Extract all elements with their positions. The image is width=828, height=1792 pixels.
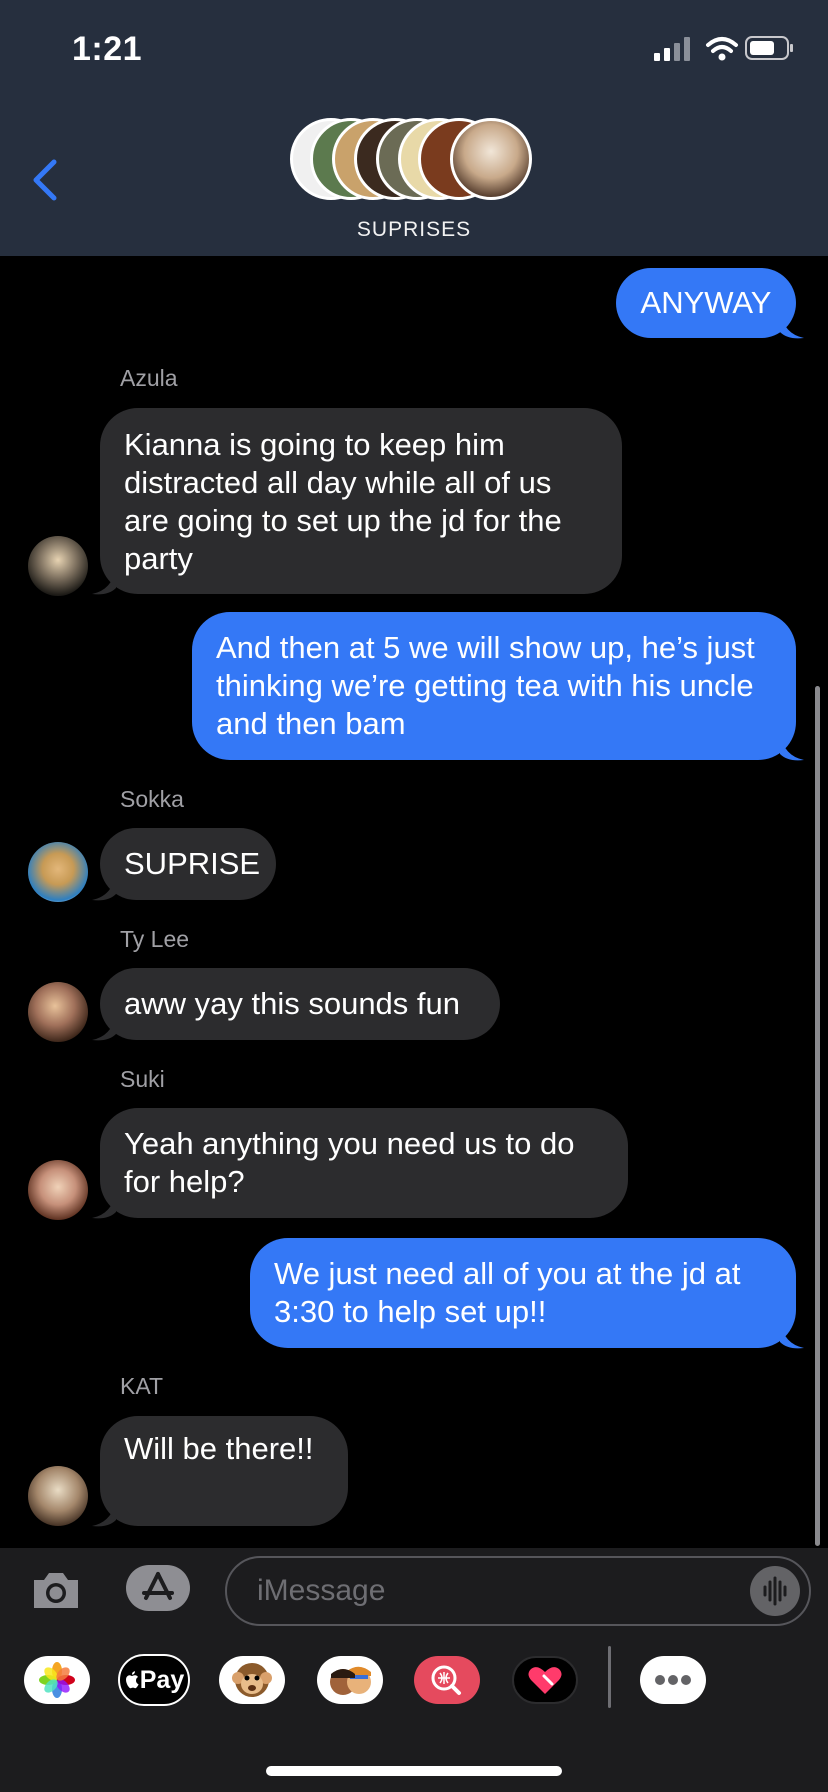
sender-avatar[interactable] bbox=[28, 842, 88, 902]
sender-avatar[interactable] bbox=[28, 1160, 88, 1220]
camera-icon bbox=[34, 1573, 78, 1608]
compose-bar bbox=[0, 1548, 828, 1634]
sender-name: KAT bbox=[120, 1373, 164, 1399]
bubble-tail bbox=[780, 734, 804, 761]
message-text: ANYWAY bbox=[640, 285, 772, 320]
status-icons bbox=[654, 34, 794, 64]
group-member-avatar bbox=[450, 118, 532, 200]
audio-record-button[interactable] bbox=[750, 1566, 800, 1616]
back-button[interactable] bbox=[30, 158, 60, 207]
message-text: Will be there!! bbox=[124, 1431, 314, 1466]
bubble-tail bbox=[92, 874, 116, 901]
battery-icon bbox=[745, 36, 793, 60]
message-text: aww yay this sounds fun bbox=[124, 986, 461, 1021]
bubble-tail bbox=[92, 1192, 116, 1219]
message-text: We just need all of you at the jd at 3:3… bbox=[274, 1256, 741, 1329]
photos-app-icon[interactable] bbox=[24, 1656, 90, 1704]
sender-avatar[interactable] bbox=[28, 536, 88, 596]
bubble-tail bbox=[780, 1322, 804, 1349]
bubble-tail bbox=[92, 1014, 116, 1041]
outgoing-message[interactable]: We just need all of you at the jd at 3:3… bbox=[250, 1238, 796, 1348]
bubble-tail bbox=[92, 568, 116, 595]
more-apps-icon[interactable] bbox=[640, 1656, 706, 1704]
memoji-app-icon[interactable] bbox=[317, 1656, 383, 1704]
message-text: Yeah anything you need us to do for help… bbox=[124, 1126, 575, 1199]
conversation-header: 1:21 SUPRISES bbox=[0, 0, 828, 256]
outgoing-message[interactable]: ANYWAY bbox=[616, 268, 796, 338]
waveform-icon bbox=[763, 1576, 787, 1606]
message-input[interactable] bbox=[225, 1556, 811, 1626]
sender-avatar[interactable] bbox=[28, 982, 88, 1042]
message-text: And then at 5 we will show up, he’s just… bbox=[216, 630, 755, 741]
camera-button[interactable] bbox=[30, 1570, 82, 1617]
cellular-signal-icon bbox=[654, 37, 690, 61]
drawer-divider bbox=[608, 1646, 611, 1708]
digital-touch-app-icon[interactable] bbox=[512, 1656, 578, 1704]
incoming-message[interactable]: SUPRISE bbox=[100, 828, 276, 900]
sender-name: Azula bbox=[120, 365, 178, 391]
outgoing-message[interactable]: And then at 5 we will show up, he’s just… bbox=[192, 612, 796, 760]
bubble-tail bbox=[780, 312, 804, 339]
apple-pay-app-icon[interactable]: Pay bbox=[118, 1654, 190, 1706]
status-time: 1:21 bbox=[72, 30, 143, 68]
scrollbar[interactable] bbox=[815, 686, 820, 1546]
group-name[interactable]: SUPRISES bbox=[0, 218, 828, 242]
group-avatar-stack[interactable] bbox=[290, 118, 540, 208]
sender-avatar[interactable] bbox=[28, 1466, 88, 1526]
apple-pay-label: Pay bbox=[139, 1666, 185, 1694]
home-indicator[interactable] bbox=[266, 1766, 562, 1776]
sender-name: Suki bbox=[120, 1066, 165, 1092]
animoji-app-icon[interactable] bbox=[219, 1656, 285, 1704]
app-store-icon bbox=[142, 1572, 174, 1600]
wifi-icon bbox=[706, 37, 738, 61]
incoming-message[interactable]: aww yay this sounds fun bbox=[100, 968, 500, 1040]
apple-logo-icon bbox=[125, 1671, 139, 1689]
incoming-message[interactable]: Will be there!! bbox=[100, 1416, 348, 1526]
message-text: Kianna is going to keep him distracted a… bbox=[124, 427, 562, 576]
app-store-button[interactable] bbox=[126, 1565, 190, 1611]
image-search-app-icon[interactable] bbox=[414, 1656, 480, 1704]
sender-name: Sokka bbox=[120, 786, 184, 812]
message-text: SUPRISE bbox=[124, 846, 261, 881]
chevron-left-icon bbox=[33, 159, 57, 201]
message-list[interactable]: ANYWAY Azula Kianna is going to keep him… bbox=[0, 256, 828, 1548]
bubble-tail bbox=[92, 1500, 116, 1527]
sender-name: Ty Lee bbox=[120, 926, 190, 952]
incoming-message[interactable]: Yeah anything you need us to do for help… bbox=[100, 1108, 628, 1218]
incoming-message[interactable]: Kianna is going to keep him distracted a… bbox=[100, 408, 622, 594]
